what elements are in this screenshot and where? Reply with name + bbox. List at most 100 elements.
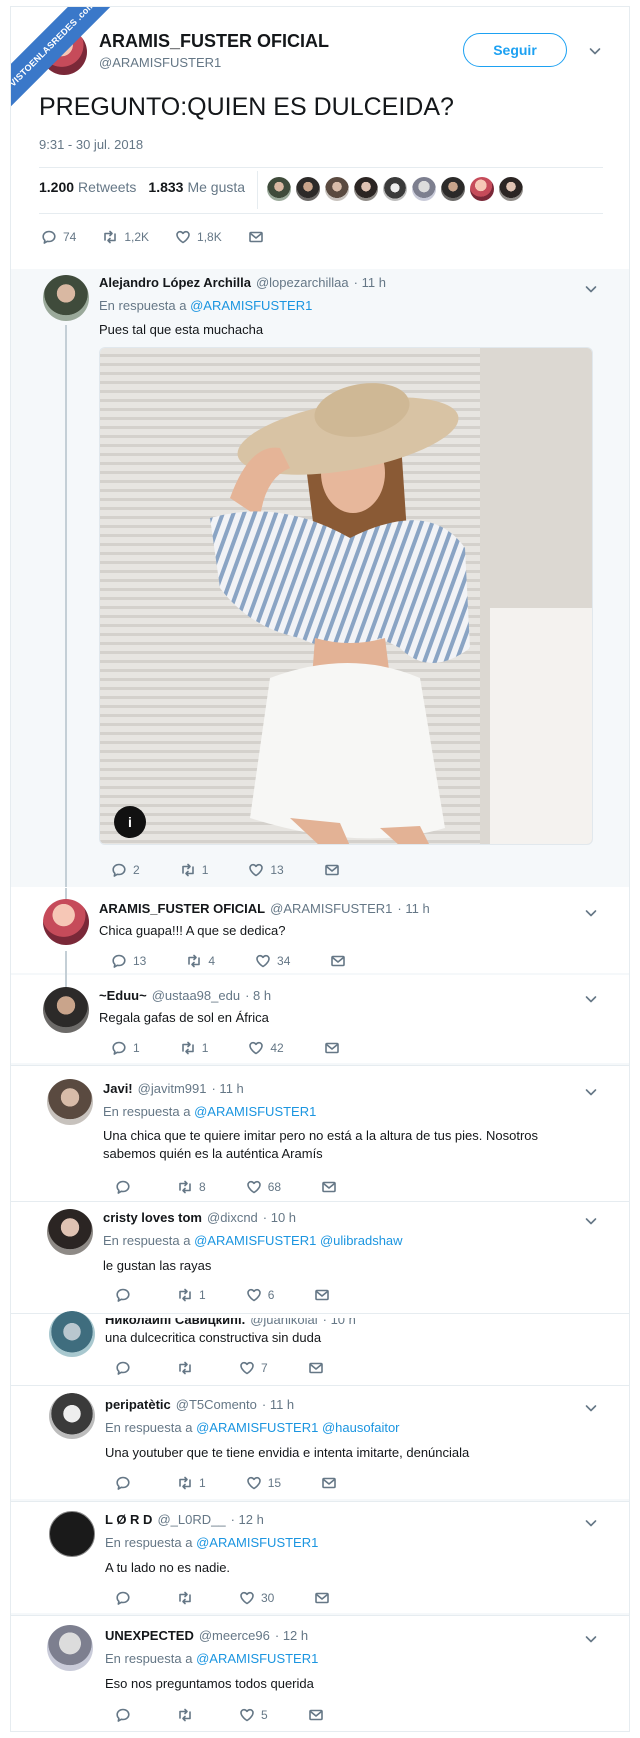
chevron-down-icon[interactable] xyxy=(583,1631,599,1647)
retweet-button[interactable] xyxy=(177,1707,199,1723)
avatar[interactable] xyxy=(354,177,378,201)
avatar[interactable] xyxy=(49,1511,95,1557)
chevron-down-icon[interactable] xyxy=(587,43,603,59)
author-handle[interactable]: @javitm991 xyxy=(138,1081,207,1096)
chevron-down-icon[interactable] xyxy=(583,1400,599,1416)
like-button[interactable]: 13 xyxy=(248,862,284,878)
reply-button[interactable] xyxy=(115,1590,137,1606)
author-handle[interactable]: @ARAMISFUSTER1 xyxy=(99,55,221,70)
reply-button[interactable] xyxy=(115,1360,137,1376)
reply-time[interactable]: · 11 h xyxy=(354,275,386,290)
retweet-button[interactable]: 1 xyxy=(180,1040,208,1056)
like-button[interactable]: 1,8K xyxy=(175,229,222,245)
reply-time[interactable]: · 10 h xyxy=(263,1210,296,1225)
reply-button[interactable]: 74 xyxy=(41,229,76,245)
dm-button[interactable] xyxy=(321,1475,337,1491)
chevron-down-icon[interactable] xyxy=(583,1213,599,1229)
mention-link[interactable]: @ARAMISFUSTER1 xyxy=(196,1651,318,1666)
reply-time[interactable]: · 12 h xyxy=(231,1512,264,1527)
retweet-button[interactable]: 4 xyxy=(186,953,215,969)
retweet-button[interactable]: 1 xyxy=(177,1475,206,1491)
author-handle[interactable]: @meerce96 xyxy=(199,1628,270,1643)
like-button[interactable]: 5 xyxy=(239,1707,268,1723)
chevron-down-icon[interactable] xyxy=(583,1084,599,1100)
author-name[interactable]: ~Eduu~ xyxy=(99,988,147,1003)
like-button[interactable]: 42 xyxy=(248,1040,284,1056)
author-handle[interactable]: @ustaa98_edu xyxy=(152,988,240,1003)
avatar[interactable] xyxy=(47,1079,93,1125)
mention-link[interactable]: @hausofaitor xyxy=(322,1420,400,1435)
like-button[interactable]: 7 xyxy=(239,1360,268,1376)
like-button[interactable]: 68 xyxy=(246,1179,281,1195)
reply-button[interactable]: 1 xyxy=(111,1040,140,1056)
dm-button[interactable] xyxy=(308,1707,324,1723)
avatar[interactable] xyxy=(441,177,465,201)
reply-button[interactable] xyxy=(115,1475,137,1491)
retweet-button[interactable]: 1,2K xyxy=(102,229,149,245)
reply-time[interactable]: · 12 h xyxy=(275,1628,308,1643)
reply-button[interactable]: 13 xyxy=(111,953,146,969)
attached-photo[interactable]: i xyxy=(99,347,593,845)
retweets-count[interactable]: 1.200 xyxy=(39,179,74,195)
author-name[interactable]: UNEXPECTED xyxy=(105,1628,194,1643)
dm-button[interactable] xyxy=(321,1179,337,1195)
mention-link[interactable]: @ARAMISFUSTER1 xyxy=(190,298,312,313)
author-name[interactable]: Alejandro López Archilla xyxy=(99,275,251,290)
avatar[interactable] xyxy=(499,177,523,201)
reply-time[interactable]: · 8 h xyxy=(245,988,271,1003)
dm-button[interactable] xyxy=(308,1360,324,1376)
avatar[interactable] xyxy=(43,275,89,321)
retweet-button[interactable]: 1 xyxy=(177,1287,206,1303)
reply-time[interactable]: · 11 h xyxy=(262,1397,294,1412)
avatar[interactable] xyxy=(43,899,89,945)
author-handle[interactable]: @lopezarchillaa xyxy=(256,275,349,290)
follow-button[interactable]: Seguir xyxy=(463,33,567,67)
retweet-button[interactable]: 1 xyxy=(180,862,208,878)
mention-link[interactable]: @ARAMISFUSTER1 xyxy=(194,1104,316,1119)
retweet-button[interactable] xyxy=(177,1360,199,1376)
dm-button[interactable] xyxy=(248,229,264,245)
chevron-down-icon[interactable] xyxy=(583,1515,599,1531)
avatar[interactable] xyxy=(325,177,349,201)
dm-button[interactable] xyxy=(314,1287,330,1303)
dm-button[interactable] xyxy=(330,953,346,969)
retweets-label[interactable]: Retweets xyxy=(78,179,136,195)
mention-link[interactable]: @ARAMISFUSTER1 xyxy=(196,1535,318,1550)
author-name[interactable]: peripatètic xyxy=(105,1397,171,1412)
reply-time[interactable]: · 11 h xyxy=(397,901,429,916)
avatar[interactable] xyxy=(470,177,494,201)
reply-button[interactable] xyxy=(115,1707,137,1723)
reply-time[interactable]: · 11 h xyxy=(211,1081,243,1096)
retweet-button[interactable]: 8 xyxy=(177,1179,206,1195)
tweet-timestamp[interactable]: 9:31 - 30 jul. 2018 xyxy=(39,137,143,152)
like-button[interactable]: 34 xyxy=(255,953,290,969)
chevron-down-icon[interactable] xyxy=(583,905,599,921)
avatar[interactable] xyxy=(383,177,407,201)
mention-link[interactable]: @ARAMISFUSTER1 xyxy=(194,1233,316,1248)
author-name[interactable]: cristy loves tom xyxy=(103,1210,202,1225)
avatar[interactable] xyxy=(43,987,89,1033)
like-button[interactable]: 6 xyxy=(246,1287,274,1303)
avatar[interactable] xyxy=(267,177,291,201)
dm-button[interactable] xyxy=(314,1590,330,1606)
dm-button[interactable] xyxy=(324,862,340,878)
avatar[interactable] xyxy=(412,177,436,201)
reply-button[interactable] xyxy=(115,1179,137,1195)
author-name[interactable]: ARAMIS_FUSTER OFICIAL xyxy=(99,901,265,916)
author-handle[interactable]: @dixcnd xyxy=(207,1210,258,1225)
retweet-button[interactable] xyxy=(177,1590,199,1606)
avatar[interactable] xyxy=(296,177,320,201)
author-handle[interactable]: @T5Comento xyxy=(176,1397,257,1412)
chevron-down-icon[interactable] xyxy=(583,281,599,297)
author-name[interactable]: L Ø R D xyxy=(105,1512,152,1527)
author-name[interactable]: ARAMIS_FUSTER OFICIAL xyxy=(99,31,329,52)
reply-button[interactable] xyxy=(115,1287,137,1303)
author-name[interactable]: Javi! xyxy=(103,1081,133,1096)
like-button[interactable]: 15 xyxy=(246,1475,281,1491)
author-handle[interactable]: @_L0RD__ xyxy=(157,1512,225,1527)
likes-label[interactable]: Me gusta xyxy=(187,179,245,195)
chevron-down-icon[interactable] xyxy=(583,991,599,1007)
avatar[interactable] xyxy=(47,1625,93,1671)
reply-button[interactable]: 2 xyxy=(111,862,140,878)
like-button[interactable]: 30 xyxy=(239,1590,274,1606)
